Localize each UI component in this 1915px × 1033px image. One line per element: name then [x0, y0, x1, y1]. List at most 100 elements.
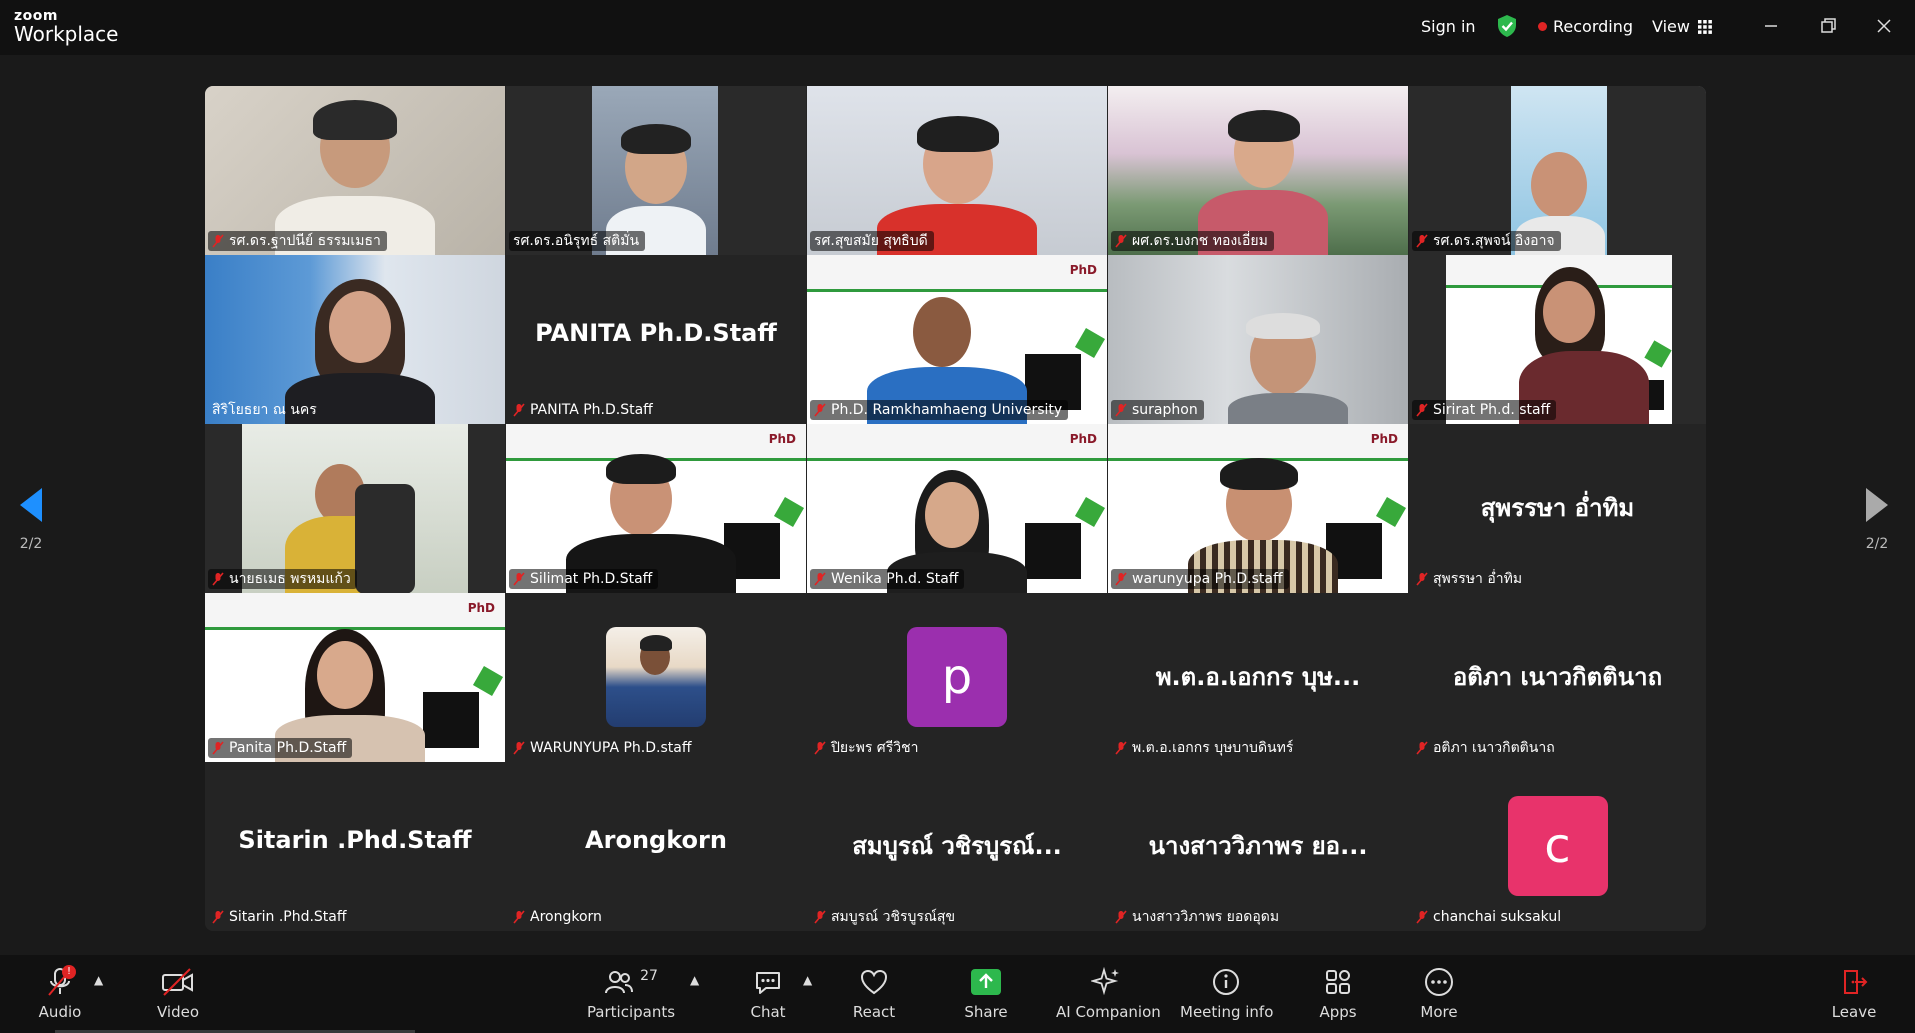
chevron-right-icon: [1866, 488, 1888, 522]
muted-mic-icon: [814, 741, 826, 755]
react-button[interactable]: React: [846, 965, 902, 1021]
participant-tile[interactable]: PhD Ph.D. Ramkhamhaeng University: [807, 255, 1107, 424]
participant-display-name: Sitarin .Phd.Staff: [238, 826, 472, 854]
participant-name: ผศ.ดร.บงกช ทองเอี่ยม: [1132, 233, 1268, 249]
participant-tile[interactable]: รศ.ดร.ฐาปนีย์ ธรรมเมธา: [205, 86, 505, 255]
participant-nameplate: สิริโยธยา ณ นคร: [208, 400, 323, 420]
participant-tile[interactable]: WARUNYUPA Ph.D.staff: [506, 593, 806, 762]
share-button[interactable]: Share: [958, 965, 1014, 1021]
participant-tile[interactable]: PhD warunyupa Ph.D.staff: [1108, 424, 1408, 593]
participant-nameplate: ผศ.ดร.บงกช ทองเอี่ยม: [1111, 231, 1274, 251]
participant-nameplate: รศ.ดร.ฐาปนีย์ ธรรมเมธา: [208, 231, 387, 251]
chevron-left-icon: [20, 488, 42, 522]
participant-tile[interactable]: PhD Panita Ph.D.Staff: [205, 593, 505, 762]
recording-indicator[interactable]: Recording: [1538, 17, 1633, 36]
minimize-icon[interactable]: [1759, 14, 1783, 38]
more-label: More: [1420, 1003, 1458, 1021]
restore-icon[interactable]: [1816, 14, 1840, 38]
participant-tile[interactable]: PANITA Ph.D.Staff PANITA Ph.D.Staff: [506, 255, 806, 424]
muted-mic-icon: [513, 403, 525, 417]
muted-mic-icon: [513, 572, 525, 586]
muted-mic-icon: [1115, 403, 1127, 417]
participant-name: รศ.ดร.สุพจน์ อิงอาจ: [1433, 233, 1555, 249]
participant-tile[interactable]: p ปิยะพร ศรีวิชา: [807, 593, 1107, 762]
chat-options-chevron-icon[interactable]: ▲: [803, 973, 812, 987]
more-button[interactable]: More: [1411, 965, 1467, 1021]
participant-nameplate: สุพรรษา อ่ำทิม: [1412, 569, 1528, 589]
participant-display-name: PANITA Ph.D.Staff: [535, 319, 777, 347]
participant-tile[interactable]: นายธเมธ พรหมแก้ว: [205, 424, 505, 593]
participant-name: chanchai suksakul: [1433, 909, 1562, 925]
sign-in-link[interactable]: Sign in: [1421, 17, 1476, 36]
ai-sparkle-icon: [1091, 967, 1119, 996]
apps-icon: [1326, 970, 1350, 994]
recording-dot-icon: [1538, 22, 1547, 31]
close-icon[interactable]: [1872, 14, 1896, 38]
participant-tile[interactable]: PhD Wenika Ph.d. Staff: [807, 424, 1107, 593]
phd-logo: PhD: [1069, 263, 1097, 277]
participant-tile[interactable]: ผศ.ดร.บงกช ทองเอี่ยม: [1108, 86, 1408, 255]
participant-nameplate: รศ.ดร.อนิรุทธ์ สติมั่น: [509, 231, 646, 251]
participant-name: นายธเมธ พรหมแก้ว: [229, 571, 351, 587]
video-button[interactable]: Video: [150, 965, 206, 1021]
participant-nameplate: นางสาววิภาพร ยอดอุดม: [1111, 907, 1285, 927]
participant-tile[interactable]: อติภา เนาวกิตตินาถ อติภา เนาวกิตตินาถ: [1409, 593, 1706, 762]
participant-tile[interactable]: Arongkorn Arongkorn: [506, 762, 806, 931]
encryption-shield-icon[interactable]: [1496, 14, 1518, 38]
participant-tile[interactable]: รศ.สุขสมัย สุทธิบดี: [807, 86, 1107, 255]
chat-button[interactable]: Chat: [740, 965, 796, 1021]
participant-nameplate: Wenika Ph.d. Staff: [810, 569, 965, 589]
audio-button[interactable]: Audio !: [32, 965, 88, 1021]
initial-avatar: p: [907, 627, 1007, 727]
participant-tile[interactable]: สมบูรณ์ วชิรบูรณ์... สมบูรณ์ วชิรบูรณ์สุ…: [807, 762, 1107, 931]
participant-nameplate: Ph.D. Ramkhamhaeng University: [810, 400, 1069, 420]
share-label: Share: [964, 1003, 1008, 1021]
participant-nameplate: Sitarin .Phd.Staff: [208, 907, 353, 927]
participant-tile[interactable]: PhD Silimat Ph.D.Staff: [506, 424, 806, 593]
participant-nameplate: Silimat Ph.D.Staff: [509, 569, 659, 589]
participant-tile[interactable]: c chanchai suksakul: [1409, 762, 1706, 931]
participant-tile[interactable]: พ.ต.อ.เอกกร บุษ... พ.ต.อ.เอกกร บุษบาบดิน…: [1108, 593, 1408, 762]
view-menu-button[interactable]: View: [1652, 17, 1712, 36]
participant-tile[interactable]: สุพรรษา อ่ำทิม สุพรรษา อ่ำทิม: [1409, 424, 1706, 593]
participant-nameplate: สมบูรณ์ วชิรบูรณ์สุข: [810, 907, 961, 927]
participant-nameplate: Sirirat Ph.d. staff: [1412, 400, 1557, 420]
previous-page-indicator: 2/2: [19, 536, 43, 552]
meeting-info-button[interactable]: Meeting info: [1180, 965, 1274, 1021]
muted-mic-icon: [212, 572, 224, 586]
participants-options-chevron-icon[interactable]: ▲: [690, 973, 699, 987]
meeting-info-label: Meeting info: [1180, 1003, 1274, 1021]
participant-nameplate: รศ.สุขสมัย สุทธิบดี: [810, 231, 934, 251]
participant-display-name: Arongkorn: [585, 826, 727, 854]
top-bar: zoom Workplace Sign in Recording View: [0, 0, 1915, 55]
participant-nameplate: รศ.ดร.สุพจน์ อิงอาจ: [1412, 231, 1561, 251]
muted-mic-icon: [1416, 403, 1428, 417]
participant-tile[interactable]: Sitarin .Phd.Staff Sitarin .Phd.Staff: [205, 762, 505, 931]
initial-avatar: c: [1507, 796, 1608, 896]
participant-tile-active-speaker[interactable]: รศ.ดร.อนิรุทธ์ สติมั่น: [506, 86, 806, 255]
participant-nameplate: chanchai suksakul: [1412, 907, 1567, 927]
phd-logo: PhD: [467, 601, 495, 615]
participant-tile[interactable]: สิริโยธยา ณ นคร: [205, 255, 505, 424]
participant-name: สมบูรณ์ วชิรบูรณ์สุข: [831, 909, 956, 925]
participants-icon: [605, 971, 634, 994]
participant-tile[interactable]: Sirirat Ph.d. staff: [1409, 255, 1706, 424]
muted-mic-icon: [1416, 910, 1428, 924]
info-icon: [1213, 969, 1239, 995]
previous-page-button[interactable]: 2/2: [14, 488, 48, 552]
participant-tile[interactable]: suraphon: [1108, 255, 1408, 424]
audio-options-chevron-icon[interactable]: ▲: [94, 973, 103, 987]
muted-mic-icon: [212, 741, 224, 755]
participants-button[interactable]: 27 Participants: [586, 965, 676, 1021]
apps-button[interactable]: Apps: [1310, 965, 1366, 1021]
participant-nameplate: นายธเมธ พรหมแก้ว: [208, 569, 357, 589]
participant-tile[interactable]: รศ.ดร.สุพจน์ อิงอาจ: [1409, 86, 1706, 255]
leave-button[interactable]: Leave: [1826, 965, 1882, 1021]
participant-display-name: พ.ต.อ.เอกกร บุษ...: [1155, 663, 1361, 691]
next-page-button[interactable]: 2/2: [1860, 488, 1894, 552]
participant-name: สิริโยธยา ณ นคร: [212, 402, 317, 418]
participants-count: 27: [640, 968, 658, 984]
participant-tile[interactable]: นางสาววิภาพร ยอ... นางสาววิภาพร ยอดอุดม: [1108, 762, 1408, 931]
audio-warning-badge: !: [62, 965, 76, 979]
ai-companion-button[interactable]: AI Companion: [1056, 965, 1161, 1021]
